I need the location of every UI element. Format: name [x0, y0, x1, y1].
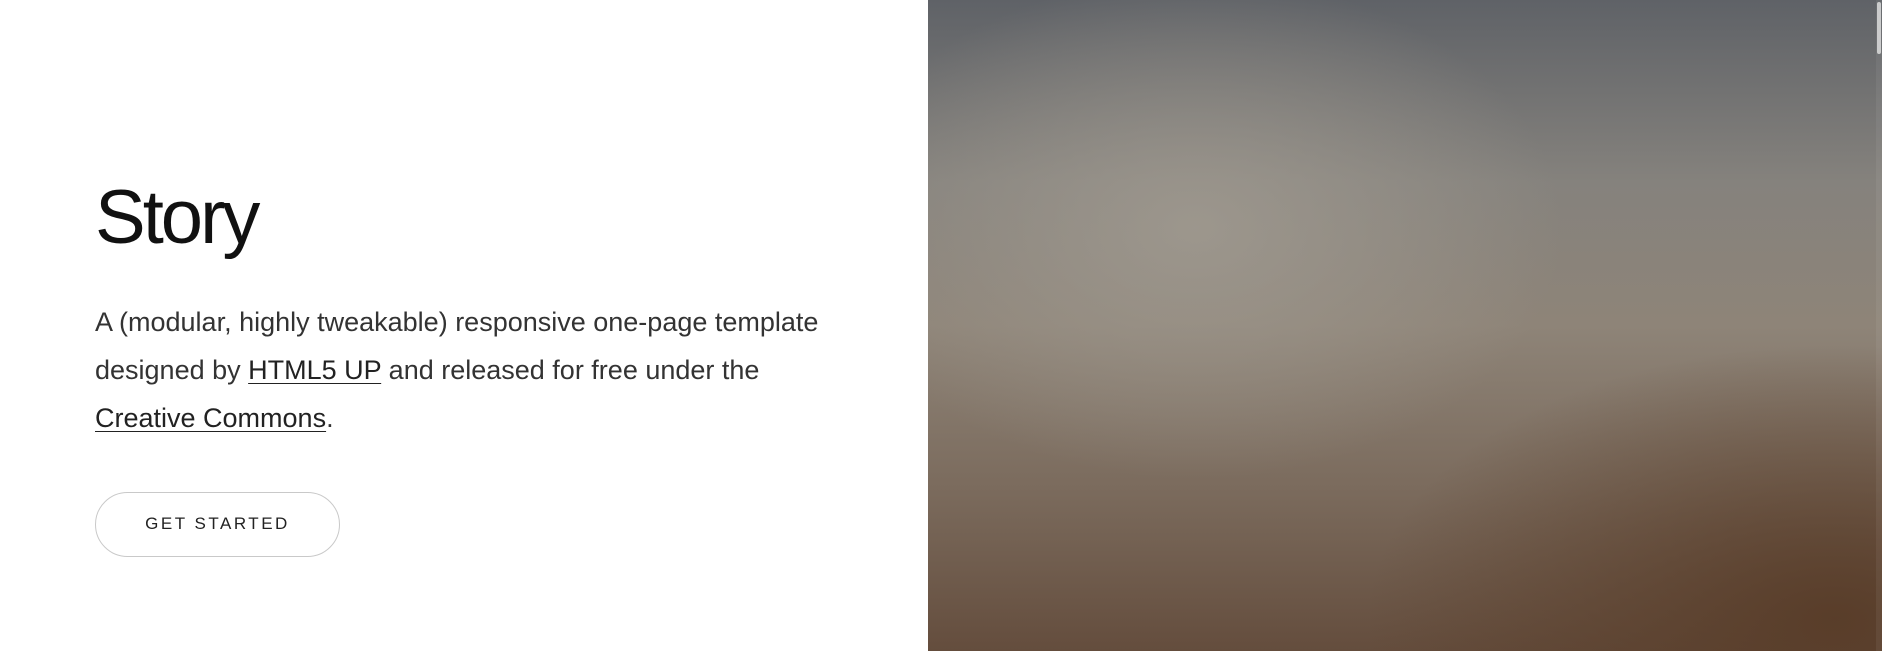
creative-commons-link[interactable]: Creative Commons [95, 403, 326, 433]
html5up-link[interactable]: HTML5 UP [248, 355, 381, 385]
hero-description: A (modular, highly tweakable) responsive… [95, 298, 835, 442]
page: Story A (modular, highly tweakable) resp… [0, 0, 1882, 651]
hero-image [928, 0, 1882, 651]
hero-content: Story A (modular, highly tweakable) resp… [0, 0, 928, 651]
get-started-button[interactable]: GET STARTED [95, 491, 340, 557]
scrollbar-thumb[interactable] [1877, 2, 1881, 54]
description-text-2: and released for free under the [381, 354, 760, 385]
scrollbar[interactable] [1876, 0, 1882, 651]
page-title: Story [95, 175, 260, 260]
description-text-3: . [326, 402, 334, 433]
